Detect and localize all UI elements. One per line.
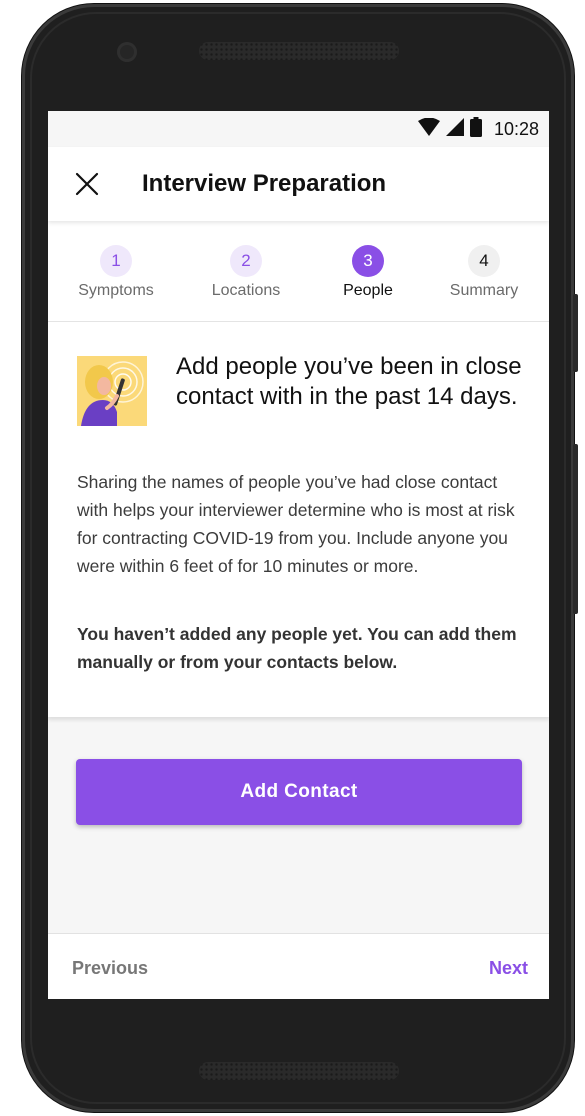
section-heading: Add people you’ve been in close contact … xyxy=(176,353,522,410)
next-button[interactable]: Next xyxy=(489,958,528,979)
power-button xyxy=(573,294,578,372)
step-summary[interactable]: 4 Summary xyxy=(424,245,544,300)
step-number: 3 xyxy=(352,245,384,277)
status-time: 10:28 xyxy=(493,118,539,139)
app-bar: Interview Preparation xyxy=(48,147,549,221)
wifi-icon xyxy=(417,117,440,141)
volume-button xyxy=(573,444,578,614)
person-on-phone-icon xyxy=(77,356,147,426)
step-number: 2 xyxy=(230,245,262,277)
step-number: 1 xyxy=(100,245,132,277)
progress-stepper: 1 Symptoms 2 Locations 3 People 4 Summar… xyxy=(48,221,549,322)
bottom-speaker xyxy=(199,1062,399,1080)
earpiece-speaker xyxy=(199,42,399,60)
battery-icon xyxy=(469,116,482,142)
previous-button[interactable]: Previous xyxy=(72,958,148,979)
step-locations[interactable]: 2 Locations xyxy=(186,245,306,300)
step-label: Locations xyxy=(211,282,281,299)
status-bar: 10:28 xyxy=(48,111,549,147)
empty-state-notice: You haven’t added any people yet. You ca… xyxy=(77,624,517,672)
description-text: Sharing the names of people you’ve had c… xyxy=(77,472,515,576)
phone-screen: 10:28 Interview Preparation 1 Symptoms 2… xyxy=(48,111,549,999)
page-title: Interview Preparation xyxy=(142,170,387,197)
step-symptoms[interactable]: 1 Symptoms xyxy=(56,245,176,300)
step-people[interactable]: 3 People xyxy=(308,245,428,300)
bottom-navigation: Previous Next xyxy=(48,933,549,999)
cell-signal-icon xyxy=(445,117,464,141)
step-label: Symptoms xyxy=(78,282,154,299)
content-card: Add people you’ve been in close contact … xyxy=(48,322,549,717)
front-camera xyxy=(117,42,137,62)
step-label: Summary xyxy=(449,282,519,299)
add-contact-button[interactable]: Add Contact xyxy=(76,759,522,825)
close-icon[interactable] xyxy=(74,171,100,197)
step-label: People xyxy=(343,282,393,299)
step-number: 4 xyxy=(468,245,500,277)
